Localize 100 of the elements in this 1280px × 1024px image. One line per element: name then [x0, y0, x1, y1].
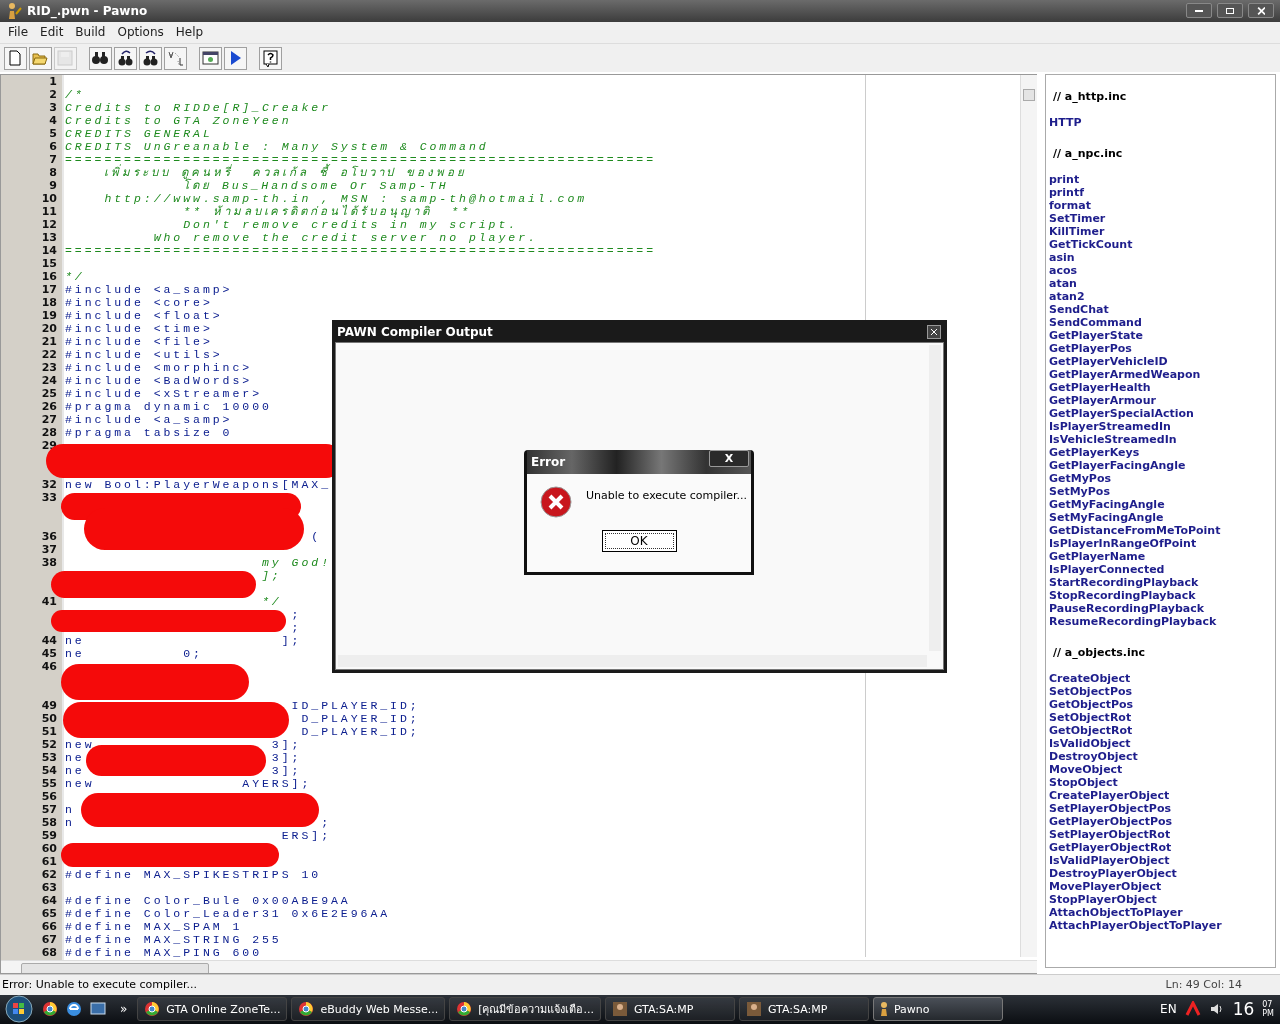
function-item[interactable]: atan2	[1049, 289, 1275, 303]
function-item[interactable]: HTTP	[1049, 115, 1275, 129]
language-indicator[interactable]: EN	[1160, 1002, 1177, 1017]
desktop-icon[interactable]	[90, 1001, 106, 1018]
function-item[interactable]: printf	[1049, 185, 1275, 199]
function-item[interactable]: GetDistanceFromMeToPoint	[1049, 523, 1275, 537]
function-item[interactable]: SetPlayerObjectPos	[1049, 801, 1275, 815]
find-button[interactable]	[89, 46, 112, 70]
function-item[interactable]: atan	[1049, 276, 1275, 290]
function-item[interactable]: GetPlayerHealth	[1049, 380, 1275, 394]
function-item[interactable]: acos	[1049, 263, 1275, 277]
function-item[interactable]: KillTimer	[1049, 224, 1275, 238]
function-item[interactable]: asin	[1049, 250, 1275, 264]
function-item[interactable]: GetPlayerArmedWeapon	[1049, 367, 1275, 381]
function-item[interactable]: AttachPlayerObjectToPlayer	[1049, 918, 1275, 932]
function-item[interactable]: GetObjectRot	[1049, 723, 1275, 737]
function-item[interactable]: SetMyPos	[1049, 484, 1275, 498]
find-next-button[interactable]	[114, 46, 137, 70]
function-item[interactable]: GetPlayerFacingAngle	[1049, 458, 1275, 472]
function-item[interactable]: StopObject	[1049, 775, 1275, 789]
close-button[interactable]	[927, 325, 941, 339]
function-item[interactable]: DestroyObject	[1049, 749, 1275, 763]
line-number: 6	[48, 139, 58, 153]
function-item[interactable]: GetTickCount	[1049, 237, 1275, 251]
code-comment: โดย Bus_Handsome Or Samp-TH	[183, 178, 449, 192]
function-item[interactable]: format	[1049, 198, 1275, 212]
function-item[interactable]: PauseRecordingPlayback	[1049, 601, 1275, 615]
function-item[interactable]: CreateObject	[1049, 671, 1275, 685]
horizontal-scrollbar[interactable]	[1, 959, 1037, 973]
line-number: 20	[40, 321, 58, 335]
function-item[interactable]: GetMyPos	[1049, 471, 1275, 485]
line-number: 12	[40, 217, 58, 231]
taskbar-button[interactable]: GTA Online ZoneTe...	[137, 997, 288, 1022]
line-number: 15	[40, 256, 58, 270]
function-item[interactable]: StopRecordingPlayback	[1049, 588, 1275, 602]
function-item[interactable]: GetObjectPos	[1049, 697, 1275, 711]
browser-icon	[298, 1001, 315, 1018]
function-item[interactable]: print	[1049, 172, 1275, 186]
function-item[interactable]: IsPlayerStreamedIn	[1049, 419, 1275, 433]
menu-item[interactable]: Help	[169, 23, 210, 42]
function-item[interactable]: GetPlayerObjectRot	[1049, 840, 1275, 854]
function-item[interactable]: MovePlayerObject	[1049, 879, 1275, 893]
function-item[interactable]: IsValidPlayerObject	[1049, 853, 1275, 867]
maximize-button[interactable]	[1217, 3, 1243, 19]
function-item[interactable]: SetObjectRot	[1049, 710, 1275, 724]
function-item[interactable]: GetPlayerArmour	[1049, 393, 1275, 407]
taskbar-button[interactable]: GTA:SA:MP	[738, 997, 869, 1022]
line-number: 3	[48, 100, 58, 114]
compile-button[interactable]	[199, 46, 222, 70]
function-item[interactable]: CreatePlayerObject	[1049, 788, 1275, 802]
function-item[interactable]: MoveObject	[1049, 762, 1275, 776]
code-line: n	[65, 802, 75, 816]
line-number: 22	[40, 347, 58, 361]
function-item[interactable]: GetPlayerVehicleID	[1049, 354, 1275, 368]
function-item[interactable]: AttachObjectToPlayer	[1049, 905, 1275, 919]
function-item[interactable]: StartRecordingPlayback	[1049, 575, 1275, 589]
vertical-scrollbar[interactable]	[1020, 74, 1037, 957]
minimize-button[interactable]	[1186, 3, 1212, 19]
function-item[interactable]: StopPlayerObject	[1049, 892, 1275, 906]
taskbar-button[interactable]: Pawno	[872, 997, 1003, 1022]
function-item[interactable]: SendCommand	[1049, 315, 1275, 329]
browser-icon[interactable]	[42, 1001, 58, 1018]
new-button[interactable]	[4, 46, 27, 70]
function-item[interactable]: SetTimer	[1049, 211, 1275, 225]
open-button[interactable]	[29, 46, 52, 70]
function-item[interactable]: SetPlayerObjectRot	[1049, 827, 1275, 841]
taskbar-button[interactable]: eBuddy Web Messe...	[291, 997, 446, 1022]
function-item[interactable]: SetObjectPos	[1049, 684, 1275, 698]
function-item[interactable]: GetPlayerKeys	[1049, 445, 1275, 459]
function-item[interactable]: GetPlayerPos	[1049, 341, 1275, 355]
close-button[interactable]	[1248, 3, 1274, 19]
code-comment: /*	[65, 87, 85, 101]
function-item[interactable]: IsPlayerInRangeOfPoint	[1049, 536, 1275, 550]
taskbar-button[interactable]: GTA:SA:MP	[604, 997, 735, 1022]
menu-item[interactable]: Build	[69, 23, 112, 42]
more-quicklaunch-button[interactable]: »	[114, 1002, 134, 1017]
menu-item[interactable]: Options	[111, 23, 170, 42]
line-number: 63	[40, 880, 58, 894]
function-item[interactable]: ResumeRecordingPlayback	[1049, 614, 1275, 628]
function-item[interactable]: SendChat	[1049, 302, 1275, 316]
function-item[interactable]: IsVehicleStreamedIn	[1049, 432, 1275, 446]
menu-item[interactable]: File	[2, 23, 35, 42]
replace-button[interactable]	[139, 46, 162, 70]
function-item[interactable]: SetMyFacingAngle	[1049, 510, 1275, 524]
ok-button[interactable]: OK	[601, 530, 677, 552]
function-item[interactable]: GetPlayerObjectPos	[1049, 814, 1275, 828]
help-button[interactable]	[259, 46, 282, 70]
function-item[interactable]: IsPlayerConnected	[1049, 562, 1275, 576]
taskbar-button[interactable]: [คุณมีข้อความแจ้งเตือ...	[449, 997, 601, 1022]
globe-e-icon[interactable]	[66, 1001, 82, 1018]
run-button[interactable]	[224, 46, 247, 70]
menu-item[interactable]: Edit	[34, 23, 70, 42]
function-item[interactable]: GetPlayerSpecialAction	[1049, 406, 1275, 420]
function-item[interactable]: GetMyFacingAngle	[1049, 497, 1275, 511]
function-item[interactable]: GetPlayerState	[1049, 328, 1275, 342]
function-item[interactable]: IsValidObject	[1049, 736, 1275, 750]
start-button[interactable]	[4, 995, 34, 1024]
function-item[interactable]: DestroyPlayerObject	[1049, 866, 1275, 880]
function-item[interactable]: GetPlayerName	[1049, 549, 1275, 563]
antivirus-icon[interactable]	[1184, 1001, 1201, 1018]
